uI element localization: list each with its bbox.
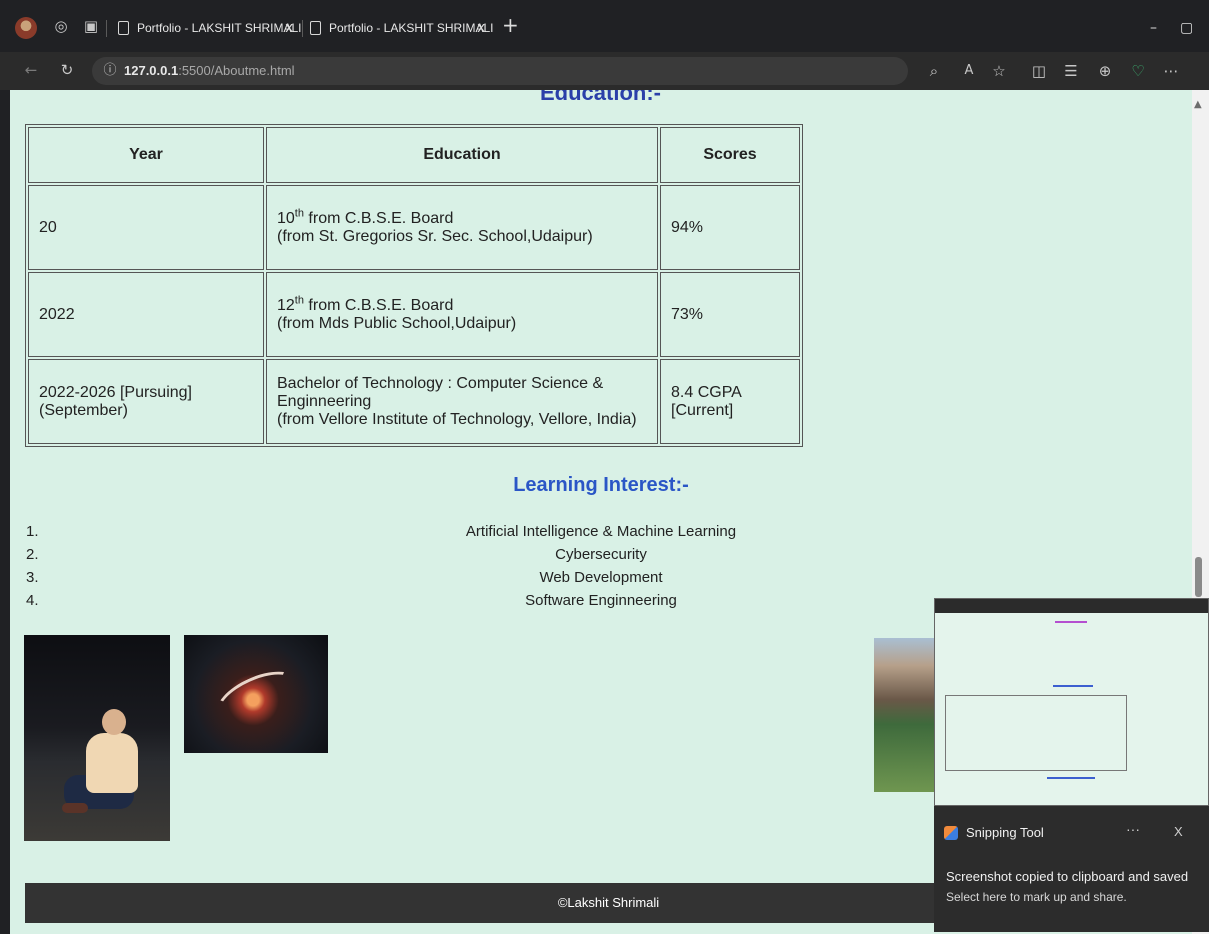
more-menu-icon[interactable]: ⋯ (1160, 61, 1182, 83)
tab-portfolio-1[interactable]: Portfolio - LAKSHIT SHRIMALI (118, 17, 302, 39)
list-item: 2. Cybersecurity (10, 546, 1192, 563)
new-tab-button[interactable]: + (502, 14, 519, 36)
tab-actions-icon[interactable]: ▣ (80, 16, 102, 38)
page-icon (310, 20, 321, 35)
split-screen-icon[interactable]: ◫ (1028, 61, 1050, 83)
education-board: from C.B.S.E. Board (303, 209, 454, 227)
list-text: Artificial Intelligence & Machine Learni… (465, 523, 737, 540)
site-info-icon[interactable]: ⓘ (99, 61, 121, 83)
ordinal-suffix: th (294, 294, 304, 307)
year-cell: 2022 (28, 272, 264, 357)
favorites-icon[interactable]: ☰ (1060, 61, 1082, 83)
tab-portfolio-2[interactable]: Portfolio - LAKSHIT SHRIMALI (310, 17, 494, 39)
table-row: 20 10th from C.B.S.E. Board (from St. Gr… (28, 185, 800, 270)
notification-submessage: Select here to mark up and share. (946, 890, 1127, 904)
thumbnail-browser-bar (935, 599, 1208, 613)
education-table: Year Education Scores 20 10th from C.B.S… (25, 124, 803, 447)
scrollbar-thumb[interactable] (1195, 557, 1202, 597)
minimize-button[interactable]: – (1150, 17, 1157, 39)
thumbnail-line (1047, 777, 1095, 779)
photo-detail (86, 733, 138, 793)
profile-avatar[interactable] (15, 17, 37, 39)
education-school: (from St. Gregorios Sr. Sec. School,Udai… (277, 227, 593, 245)
table-row: 2022-2026 [Pursuing](September) Bachelor… (28, 359, 800, 444)
education-cell: 10th from C.B.S.E. Board (from St. Grego… (266, 185, 658, 270)
refresh-icon[interactable]: ↻ (56, 60, 78, 82)
education-level: 12 (277, 296, 295, 314)
header-year: Year (28, 127, 264, 183)
header-education: Education (266, 127, 658, 183)
notification-app-name: Snipping Tool (966, 825, 1044, 840)
education-heading: Education:- (540, 90, 661, 105)
education-school: (from Mds Public School,Udaipur) (277, 314, 517, 332)
photo-detail (102, 709, 126, 735)
education-cell: Bachelor of Technology : Computer Scienc… (266, 359, 658, 444)
tab-close-button[interactable]: x (477, 17, 485, 39)
thumbnail-line (1055, 621, 1087, 623)
collections-icon[interactable]: ⊕ (1094, 61, 1116, 83)
favorite-star-icon[interactable]: ☆ (988, 61, 1010, 83)
score-cell: 73% (660, 272, 800, 357)
browser-essentials-icon[interactable]: ♡ (1127, 61, 1149, 83)
tab-close-button[interactable]: x (285, 17, 293, 39)
photo-detail (209, 661, 305, 733)
education-cell: 12th from C.B.S.E. Board (from Mds Publi… (266, 272, 658, 357)
snipping-tool-notification[interactable]: Snipping Tool ··· X Screenshot copied to… (934, 806, 1209, 932)
page-icon (118, 20, 129, 35)
score-cell: 8.4 CGPA [Current] (660, 359, 800, 444)
thumbnail-line (1053, 685, 1093, 687)
tab-title: Portfolio - LAKSHIT SHRIMALI (137, 21, 302, 35)
header-scores: Scores (660, 127, 800, 183)
list-text: Web Development (539, 569, 663, 586)
tab-title: Portfolio - LAKSHIT SHRIMALI (329, 21, 494, 35)
education-school: (from Vellore Institute of Technology, V… (277, 410, 637, 428)
restore-button[interactable]: ▢ (1180, 17, 1193, 39)
photo-detail (62, 803, 88, 813)
list-item: 1. Artificial Intelligence & Machine Lea… (10, 523, 1192, 540)
zoom-icon[interactable]: ⌕ (923, 61, 945, 83)
url-host: 127.0.0.1 (124, 63, 179, 78)
workspaces-icon[interactable]: ◎ (50, 16, 72, 38)
url-text[interactable]: 127.0.0.1:5500/Aboutme.html (124, 62, 295, 80)
screenshot-thumbnail[interactable] (934, 598, 1209, 806)
snipping-tool-icon (944, 826, 958, 840)
tab-separator (302, 20, 303, 37)
year-cell: 2022-2026 [Pursuing](September) (28, 359, 264, 444)
tab-separator (106, 20, 107, 37)
url-path: :5500/Aboutme.html (178, 63, 295, 78)
education-level: 10 (277, 209, 295, 227)
notification-more-button[interactable]: ··· (1126, 821, 1140, 837)
music-photo (184, 635, 328, 753)
table-row: 2022 12th from C.B.S.E. Board (from Mds … (28, 272, 800, 357)
education-board: from C.B.S.E. Board (303, 296, 454, 314)
table-header-row: Year Education Scores (28, 127, 800, 183)
learning-interest-heading: Learning Interest:- (513, 474, 689, 496)
back-icon[interactable]: ← (20, 60, 42, 82)
profile-photo (24, 635, 170, 841)
notification-close-button[interactable]: X (1174, 824, 1183, 839)
read-aloud-icon[interactable]: A (958, 61, 980, 83)
year-cell: 20 (28, 185, 264, 270)
education-degree: Bachelor of Technology : Computer Scienc… (277, 374, 604, 410)
notification-message: Screenshot copied to clipboard and saved (946, 869, 1189, 884)
list-text: Cybersecurity (555, 546, 647, 563)
list-item: 3. Web Development (10, 569, 1192, 586)
score-cell: 94% (660, 185, 800, 270)
ordinal-suffix: th (294, 207, 304, 220)
thumbnail-table (945, 695, 1127, 771)
scroll-up-arrow-icon[interactable]: ▲ (1194, 99, 1202, 110)
